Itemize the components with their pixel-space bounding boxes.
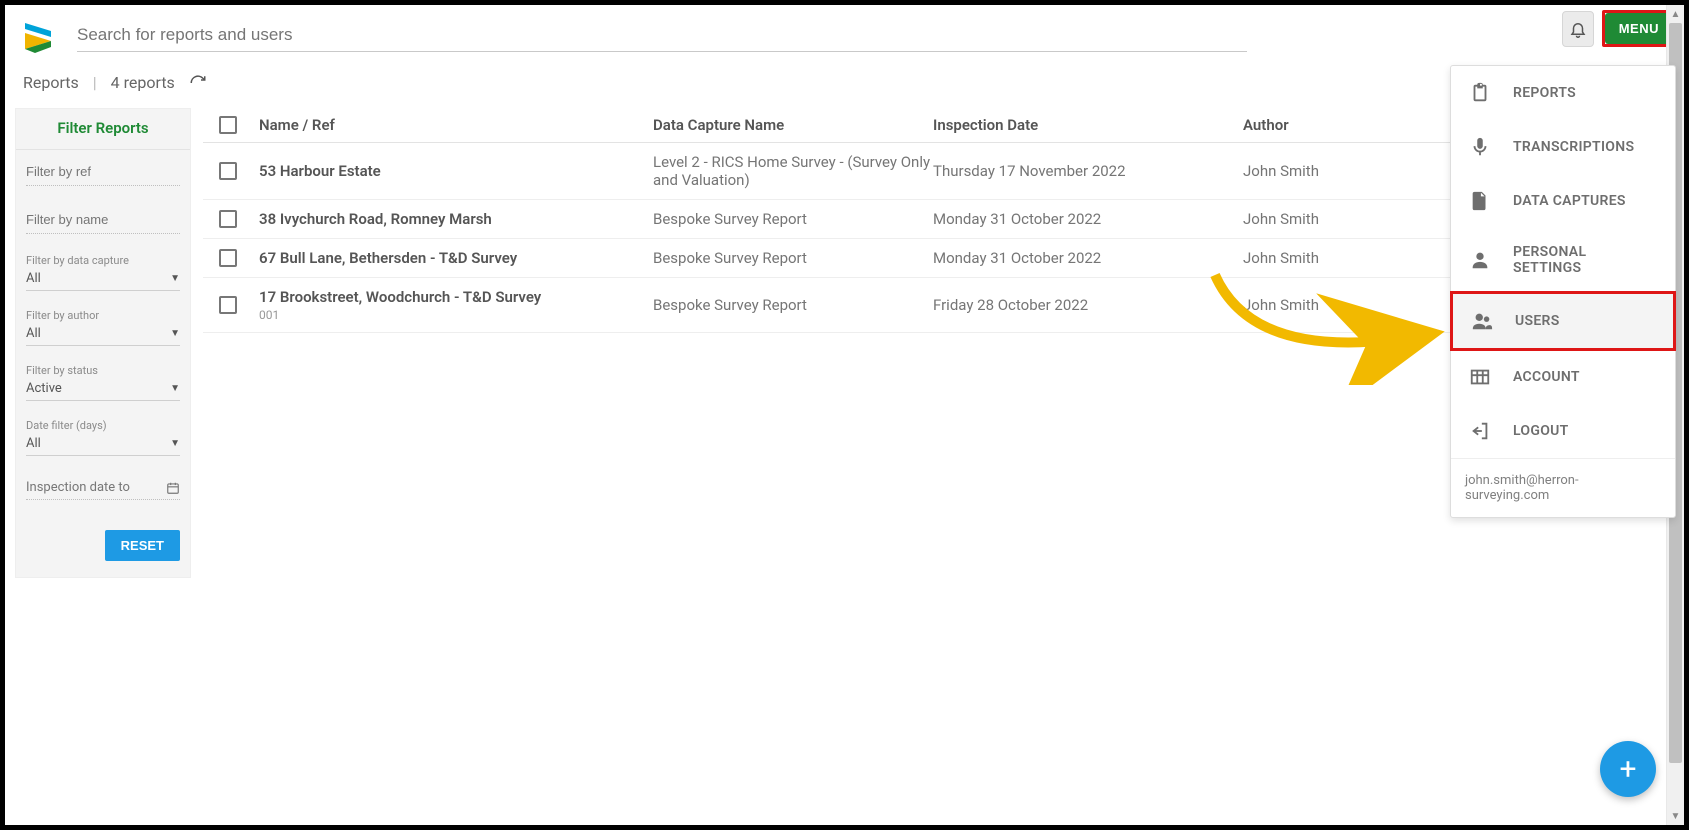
file-icon (1469, 190, 1491, 212)
bell-icon (1569, 20, 1587, 38)
mic-icon (1469, 136, 1491, 158)
filter-title: Filter Reports (16, 109, 190, 150)
col-header-dc[interactable]: Data Capture Name (653, 116, 933, 134)
row-date: Monday 31 October 2022 (933, 249, 1243, 267)
report-count: 4 reports (111, 73, 175, 92)
plus-icon: + (1619, 752, 1636, 787)
filter-datefilter-label: Date filter (days) (26, 419, 180, 432)
page-title: Reports (23, 73, 79, 92)
menu-item-account[interactable]: ACCOUNT (1451, 350, 1675, 404)
filter-panel: Filter Reports Filter by data capture Al… (15, 108, 191, 578)
menu-item-logout[interactable]: LOGOUT (1451, 404, 1675, 458)
row-name: 38 Ivychurch Road, Romney Marsh (259, 210, 653, 228)
refresh-button[interactable] (189, 74, 207, 92)
menu-item-users[interactable]: USERS (1450, 291, 1676, 351)
row-dc: Bespoke Survey Report (653, 249, 933, 267)
menu-button[interactable]: MENU (1605, 13, 1673, 44)
row-name: 53 Harbour Estate (259, 162, 653, 180)
menu-item-label: PERSONAL SETTINGS (1513, 244, 1657, 276)
filter-name-input[interactable] (26, 206, 180, 234)
reset-button[interactable]: RESET (105, 530, 180, 561)
menu-item-label: TRANSCRIPTIONS (1513, 139, 1634, 155)
logout-icon (1469, 420, 1491, 442)
row-dc: Level 2 - RICS Home Survey - (Survey Onl… (653, 153, 933, 189)
chevron-down-icon: ▼ (170, 383, 180, 394)
select-all-checkbox[interactable] (219, 116, 237, 134)
calendar-icon (166, 481, 180, 495)
row-checkbox[interactable] (219, 296, 237, 314)
chevron-down-icon: ▼ (170, 273, 180, 284)
menu-footer-email: john.smith@herron-surveying.com (1451, 458, 1675, 517)
chevron-down-icon: ▼ (170, 328, 180, 339)
menu-item-data-captures[interactable]: DATA CAPTURES (1451, 174, 1675, 228)
filter-inspection-date-to-label: Inspection date to (26, 480, 130, 495)
filter-ref-input[interactable] (26, 158, 180, 186)
row-dc: Bespoke Survey Report (653, 296, 933, 314)
filter-author-value: All (26, 326, 41, 341)
filter-datefilter-value: All (26, 436, 41, 451)
filter-author-select[interactable]: All ▼ (26, 324, 180, 346)
menu-item-personal-settings[interactable]: PERSONAL SETTINGS (1451, 228, 1675, 292)
menu-button-highlight: MENU (1602, 10, 1676, 47)
separator: | (93, 73, 97, 92)
col-header-date[interactable]: Inspection Date (933, 116, 1243, 134)
row-date: Thursday 17 November 2022 (933, 162, 1243, 180)
grid-icon (1469, 366, 1491, 388)
search-input[interactable] (77, 19, 1247, 52)
row-checkbox[interactable] (219, 249, 237, 267)
subheader: Reports | 4 reports (13, 55, 1676, 108)
filter-status-label: Filter by status (26, 364, 180, 377)
row-date: Monday 31 October 2022 (933, 210, 1243, 228)
main-menu-dropdown: REPORTS TRANSCRIPTIONS DATA CAPTURES PERSON… (1450, 65, 1676, 518)
menu-item-label: REPORTS (1513, 85, 1576, 101)
filter-dc-label: Filter by data capture (26, 254, 180, 267)
filter-inspection-date-to[interactable]: Inspection date to (26, 474, 180, 500)
filter-dc-value: All (26, 271, 41, 286)
menu-item-label: LOGOUT (1513, 423, 1569, 439)
menu-item-label: ACCOUNT (1513, 369, 1580, 385)
scroll-up-icon[interactable]: ▲ (1667, 5, 1684, 23)
row-date: Friday 28 October 2022 (933, 296, 1243, 314)
row-name: 67 Bull Lane, Bethersden - T&D Survey (259, 249, 653, 267)
menu-item-label: DATA CAPTURES (1513, 193, 1626, 209)
chevron-down-icon: ▼ (170, 438, 180, 449)
filter-author-label: Filter by author (26, 309, 180, 322)
add-button[interactable]: + (1600, 741, 1656, 797)
logo (23, 15, 63, 55)
clipboard-icon (1469, 82, 1491, 104)
filter-datefilter-select[interactable]: All ▼ (26, 434, 180, 456)
menu-item-transcriptions[interactable]: TRANSCRIPTIONS (1451, 120, 1675, 174)
row-checkbox[interactable] (219, 162, 237, 180)
people-icon (1471, 310, 1493, 332)
menu-item-label: USERS (1515, 313, 1560, 329)
row-ref: 001 (259, 308, 653, 322)
menu-item-reports[interactable]: REPORTS (1451, 66, 1675, 120)
row-dc: Bespoke Survey Report (653, 210, 933, 228)
person-icon (1469, 249, 1491, 271)
row-checkbox[interactable] (219, 210, 237, 228)
scroll-down-icon[interactable]: ▼ (1667, 807, 1684, 825)
col-header-name[interactable]: Name / Ref (253, 116, 653, 134)
filter-dc-select[interactable]: All ▼ (26, 269, 180, 291)
top-bar (13, 15, 1676, 55)
row-name: 17 Brookstreet, Woodchurch - T&D Survey (259, 288, 653, 306)
filter-status-value: Active (26, 381, 62, 396)
notifications-button[interactable] (1562, 11, 1594, 47)
filter-status-select[interactable]: Active ▼ (26, 379, 180, 401)
